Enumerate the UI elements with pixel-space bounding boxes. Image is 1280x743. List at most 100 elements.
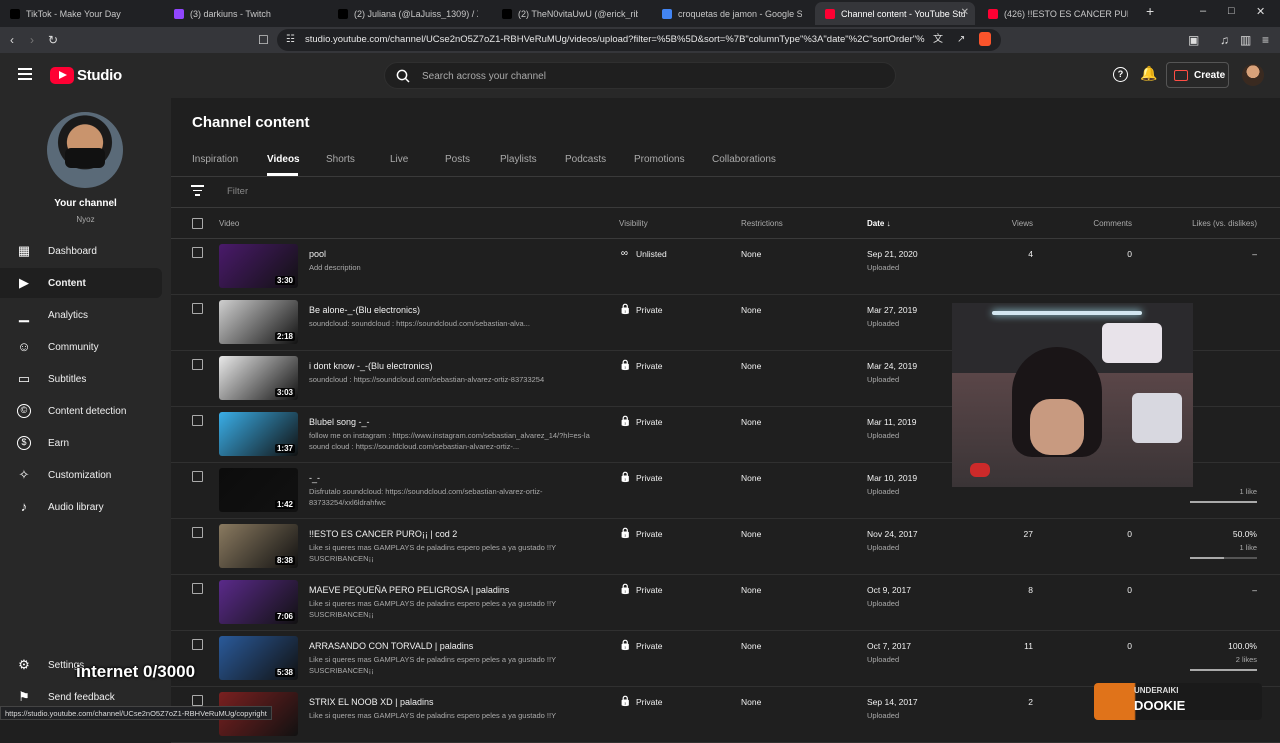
- video-thumbnail[interactable]: 1:37: [219, 412, 298, 456]
- minimize-icon[interactable]: –: [1200, 5, 1206, 17]
- help-icon[interactable]: ?: [1113, 67, 1128, 82]
- tab-playlists[interactable]: Playlists: [500, 154, 537, 165]
- sidebar-item-content-detection[interactable]: © Content detection: [0, 396, 162, 426]
- bookmark-icon[interactable]: ☐: [258, 33, 269, 47]
- sidebar-item-subtitles[interactable]: ▭ Subtitles: [0, 364, 162, 394]
- table-row[interactable]: 5:38 ARRASANDO CON TORVALD | paladins Like…: [171, 631, 1280, 687]
- tab-live[interactable]: Live: [390, 154, 408, 165]
- browser-tab[interactable]: TikTok - Make Your Day: [0, 2, 160, 25]
- column-date[interactable]: Date ↓: [867, 219, 891, 228]
- select-all-checkbox[interactable]: [192, 218, 203, 229]
- channel-search[interactable]: Search across your channel: [384, 62, 896, 89]
- column-comments[interactable]: Comments: [1093, 219, 1132, 228]
- video-title[interactable]: i dont know -_-(Blu electronics): [309, 361, 433, 371]
- visibility-selector[interactable]: ∞ Unlisted: [619, 248, 667, 259]
- video-thumbnail[interactable]: 1:42: [219, 468, 298, 512]
- video-thumbnail[interactable]: 2:18: [219, 300, 298, 344]
- sidebar-item-earn[interactable]: $ Earn: [0, 428, 162, 458]
- sidebar-item-audio-library[interactable]: ♪ Audio library: [0, 492, 162, 522]
- row-checkbox[interactable]: [192, 527, 203, 538]
- media-icon[interactable]: ♫: [1220, 33, 1229, 47]
- table-row[interactable]: 7:06 MAEVE PEQUEÑA PERO PELIGROSA | palad…: [171, 575, 1280, 631]
- tab-podcasts[interactable]: Podcasts: [565, 154, 606, 165]
- video-title[interactable]: !!ESTO ES CANCER PURO¡¡ | cod 2: [309, 529, 457, 539]
- sidebar-item-content[interactable]: ▶ Content: [0, 268, 162, 298]
- browser-tab[interactable]: (426) !!ESTO ES CANCER PURO¡¡ | co: [978, 2, 1138, 25]
- tab-promotions[interactable]: Promotions: [634, 154, 685, 165]
- table-row[interactable]: 8:38 !!ESTO ES CANCER PURO¡¡ | cod 2 Like …: [171, 519, 1280, 575]
- row-checkbox[interactable]: [192, 303, 203, 314]
- video-thumbnail[interactable]: 3:30: [219, 244, 298, 288]
- video-thumbnail[interactable]: 7:06: [219, 580, 298, 624]
- brave-shield-icon[interactable]: [979, 32, 991, 46]
- row-checkbox[interactable]: [192, 247, 203, 258]
- hamburger-menu-icon[interactable]: [18, 68, 32, 80]
- video-thumbnail[interactable]: 3:03: [219, 356, 298, 400]
- visibility-selector[interactable]: 🔒 Private: [619, 472, 662, 483]
- share-icon[interactable]: ↗: [957, 33, 965, 47]
- filter-input[interactable]: Filter: [227, 186, 248, 197]
- row-checkbox[interactable]: [192, 359, 203, 370]
- video-thumbnail[interactable]: 8:38: [219, 524, 298, 568]
- browser-tab[interactable]: (2) TheN0vitaUwU (@erick_ribbon) /: [492, 2, 648, 25]
- tab-inspiration[interactable]: Inspiration: [192, 154, 238, 165]
- create-button[interactable]: Create: [1166, 62, 1229, 88]
- browser-tab[interactable]: Channel content - YouTube Studio ✕: [815, 2, 975, 25]
- row-checkbox[interactable]: [192, 639, 203, 650]
- sidebar-item-customization[interactable]: ✧ Customization: [0, 460, 162, 490]
- forward-icon[interactable]: ›: [30, 33, 34, 47]
- sidebar-toggle-icon[interactable]: ▣: [1188, 33, 1199, 47]
- account-avatar[interactable]: [1242, 64, 1264, 86]
- video-title[interactable]: Be alone-_-(Blu electronics): [309, 305, 420, 315]
- your-channel-label[interactable]: Your channel: [0, 198, 171, 209]
- sidebar-item-dashboard[interactable]: ▦ Dashboard: [0, 236, 162, 266]
- translate-icon[interactable]: 文: [933, 33, 943, 47]
- new-tab-icon[interactable]: +: [1146, 3, 1154, 19]
- video-thumbnail[interactable]: 5:38: [219, 636, 298, 680]
- browser-tab[interactable]: (2) Juliana (@LaJuiss_1309) / X: [328, 2, 488, 25]
- browser-tab[interactable]: croquetas de jamon - Google Search: [652, 2, 812, 25]
- tab-collaborations[interactable]: Collaborations: [712, 154, 776, 165]
- video-title[interactable]: MAEVE PEQUEÑA PERO PELIGROSA | paladins: [309, 585, 509, 595]
- lock-icon: 🔒: [619, 528, 632, 539]
- visibility-selector[interactable]: 🔒 Private: [619, 584, 662, 595]
- row-checkbox[interactable]: [192, 695, 203, 706]
- studio-logo[interactable]: Studio: [50, 65, 122, 85]
- tab-posts[interactable]: Posts: [445, 154, 470, 165]
- menu-icon[interactable]: ≡: [1262, 33, 1269, 47]
- split-view-icon[interactable]: ▥: [1240, 33, 1251, 47]
- address-bar[interactable]: ☷ studio.youtube.com/channel/UCse2nO5Z7o…: [277, 29, 1001, 51]
- filter-icon[interactable]: [191, 185, 204, 196]
- sidebar-item-analytics[interactable]: ▁ Analytics: [0, 300, 162, 330]
- channel-name: Nyoz: [76, 215, 95, 224]
- tab-shorts[interactable]: Shorts: [326, 154, 355, 165]
- video-title[interactable]: STRIX EL NOOB XD | paladins: [309, 697, 434, 707]
- sidebar-item-community[interactable]: ☺ Community: [0, 332, 162, 362]
- row-checkbox[interactable]: [192, 583, 203, 594]
- video-title[interactable]: pool: [309, 249, 326, 259]
- notifications-bell-icon[interactable]: 🔔: [1140, 65, 1157, 82]
- video-title[interactable]: ARRASANDO CON TORVALD | paladins: [309, 641, 473, 651]
- visibility-selector[interactable]: 🔒 Private: [619, 696, 662, 707]
- column-views[interactable]: Views: [1012, 219, 1033, 228]
- video-title[interactable]: -_-: [309, 473, 320, 483]
- back-icon[interactable]: ‹: [10, 33, 14, 47]
- site-info-icon[interactable]: ☷: [286, 33, 295, 47]
- browser-tab[interactable]: (3) darkiuns - Twitch: [164, 2, 324, 25]
- close-window-icon[interactable]: ✕: [1256, 5, 1265, 18]
- row-checkbox[interactable]: [192, 471, 203, 482]
- table-row[interactable]: 3:30 pool Add description ∞ Unlisted None Sep …: [171, 239, 1280, 295]
- video-title[interactable]: Blubel song -_-: [309, 417, 370, 427]
- close-tab-icon[interactable]: ✕: [961, 7, 969, 18]
- column-likes[interactable]: Likes (vs. dislikes): [1192, 219, 1257, 228]
- maximize-icon[interactable]: □: [1228, 5, 1235, 17]
- channel-avatar[interactable]: [47, 112, 123, 188]
- visibility-selector[interactable]: 🔒 Private: [619, 528, 662, 539]
- visibility-selector[interactable]: 🔒 Private: [619, 416, 662, 427]
- visibility-selector[interactable]: 🔒 Private: [619, 360, 662, 371]
- tab-videos[interactable]: Videos: [267, 154, 300, 165]
- reload-icon[interactable]: ↻: [48, 33, 58, 47]
- visibility-selector[interactable]: 🔒 Private: [619, 640, 662, 651]
- row-checkbox[interactable]: [192, 415, 203, 426]
- visibility-selector[interactable]: 🔒 Private: [619, 304, 662, 315]
